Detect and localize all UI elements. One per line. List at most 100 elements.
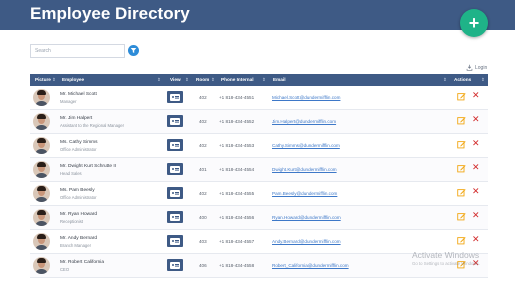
- sort-icon[interactable]: ⇕: [443, 74, 447, 86]
- room-number: 403: [199, 239, 207, 244]
- edit-icon[interactable]: [457, 212, 466, 221]
- delete-icon[interactable]: ✕: [472, 116, 480, 125]
- edit-icon[interactable]: [457, 164, 466, 173]
- email-link[interactable]: Michael.Scott@dundermifflin.com: [272, 95, 340, 100]
- login-link[interactable]: Login: [466, 64, 487, 71]
- delete-icon[interactable]: ✕: [472, 188, 480, 197]
- view-button[interactable]: [167, 187, 183, 199]
- employee-name: Ms. Cathy Simms: [60, 140, 98, 145]
- employee-role: Manager: [60, 98, 77, 104]
- table-row: Mr. Jim Halpert Assistant to the Regiona…: [30, 110, 488, 134]
- id-card-icon: [170, 189, 180, 197]
- avatar: [33, 233, 50, 250]
- avatar: [33, 209, 50, 226]
- view-button[interactable]: [167, 211, 183, 223]
- sort-icon[interactable]: ⇕: [262, 74, 266, 86]
- employee-name: Mr. Dwight Kurt Schrutte II: [60, 164, 116, 169]
- edit-icon[interactable]: [457, 116, 466, 125]
- email-link[interactable]: Dwight.Kurt@dundermifflin.com: [272, 167, 337, 172]
- employee-role: CEO: [60, 266, 70, 272]
- login-label: Login: [475, 64, 488, 71]
- email-link[interactable]: Jim.Halpert@dundermifflin.com: [272, 119, 336, 124]
- add-employee-button[interactable]: +: [460, 9, 488, 37]
- phone-internal: +1 818-434-4554: [219, 167, 255, 172]
- phone-internal: +1 818-434-4551: [219, 95, 255, 100]
- column-header-email[interactable]: Email: [273, 74, 286, 86]
- edit-icon[interactable]: [457, 92, 466, 101]
- email-link[interactable]: Ryan.Howard@dundermifflin.com: [272, 215, 341, 220]
- table-header: Picture ⇕ Employee ⇕ View ⇕ Room ⇕ Phone…: [30, 74, 488, 86]
- employee-role: Branch Manager: [60, 242, 91, 248]
- view-button[interactable]: [167, 259, 183, 271]
- column-header-phone[interactable]: Phone Internal: [221, 74, 254, 86]
- delete-icon[interactable]: ✕: [472, 212, 480, 221]
- avatar: [33, 113, 50, 130]
- delete-icon[interactable]: ✕: [472, 92, 480, 101]
- phone-internal: +1 818-434-4555: [219, 191, 255, 196]
- room-number: 401: [199, 167, 207, 172]
- view-button[interactable]: [167, 139, 183, 151]
- avatar: [33, 89, 50, 106]
- sort-icon[interactable]: ⇕: [52, 74, 56, 86]
- plus-icon: +: [468, 13, 480, 33]
- sort-icon[interactable]: ⇕: [157, 74, 161, 86]
- avatar: [33, 137, 50, 154]
- room-number: 402: [199, 143, 207, 148]
- phone-internal: +1 818-434-4552: [219, 119, 255, 124]
- room-number: 402: [199, 95, 207, 100]
- email-link[interactable]: Pam.Beesly@dundermifflin.com: [272, 191, 337, 196]
- employee-role: Assistant to the Regional Manager: [60, 122, 125, 128]
- id-card-icon: [170, 213, 180, 221]
- view-button[interactable]: [167, 235, 183, 247]
- id-card-icon: [170, 93, 180, 101]
- id-card-icon: [170, 261, 180, 269]
- watermark-title: Activate Windows: [412, 250, 480, 260]
- column-header-room[interactable]: Room: [196, 74, 209, 86]
- employee-name: Mr. Ryan Howard: [60, 212, 98, 217]
- employee-name: Mr. Robert California: [60, 260, 104, 265]
- watermark-subtitle: Go to Settings to activate Windows.: [412, 261, 480, 266]
- employee-role: Head Sales: [60, 170, 82, 176]
- column-header-view[interactable]: View: [170, 74, 181, 86]
- employee-name: Ms. Pam Beesly: [60, 188, 95, 193]
- table-row: Ms. Cathy Simms Office Administrator 402…: [30, 134, 488, 158]
- app-header: Employee Directory: [0, 0, 515, 30]
- column-header-employee[interactable]: Employee: [62, 74, 84, 86]
- email-link[interactable]: Cathy.Simms@dundermifflin.com: [272, 143, 340, 148]
- delete-icon[interactable]: ✕: [472, 164, 480, 173]
- column-header-picture[interactable]: Picture: [35, 74, 51, 86]
- sort-icon[interactable]: ⇕: [185, 74, 189, 86]
- employee-role: Office Administrator: [60, 146, 97, 152]
- phone-internal: +1 818-434-4557: [219, 239, 255, 244]
- delete-icon[interactable]: ✕: [472, 140, 480, 149]
- sort-icon[interactable]: ⇕: [481, 74, 485, 86]
- phone-internal: +1 818-434-4556: [219, 215, 255, 220]
- email-link[interactable]: Robert_California@dundermifflin.com: [272, 263, 349, 268]
- room-number: 402: [199, 119, 207, 124]
- search-input[interactable]: [30, 44, 125, 58]
- sort-icon[interactable]: ⇕: [211, 74, 215, 86]
- avatar: [33, 161, 50, 178]
- id-card-icon: [170, 141, 180, 149]
- edit-icon[interactable]: [457, 236, 466, 245]
- activation-watermark: Activate Windows Go to Settings to activ…: [412, 250, 480, 266]
- employee-name: Mr. Andy Bernard: [60, 236, 98, 241]
- table-row: Mr. Dwight Kurt Schrutte II Head Sales 4…: [30, 158, 488, 182]
- phone-internal: +1 818-434-4558: [219, 263, 255, 268]
- avatar: [33, 257, 50, 274]
- filter-button[interactable]: [128, 45, 139, 56]
- employee-name: Mr. Jim Halpert: [60, 116, 93, 121]
- view-button[interactable]: [167, 91, 183, 103]
- column-header-actions[interactable]: Actions: [454, 74, 471, 86]
- view-button[interactable]: [167, 163, 183, 175]
- employee-role: Office Administrator: [60, 194, 97, 200]
- delete-icon[interactable]: ✕: [472, 236, 480, 245]
- avatar: [33, 185, 50, 202]
- edit-icon[interactable]: [457, 140, 466, 149]
- view-button[interactable]: [167, 115, 183, 127]
- email-link[interactable]: Andy.Bernard@dundermifflin.com: [272, 239, 341, 244]
- employee-role: Receptionist: [60, 218, 84, 224]
- room-number: 402: [199, 191, 207, 196]
- edit-icon[interactable]: [457, 188, 466, 197]
- table-row: Mr. Michael Scott Manager 402 +1 818-434…: [30, 86, 488, 110]
